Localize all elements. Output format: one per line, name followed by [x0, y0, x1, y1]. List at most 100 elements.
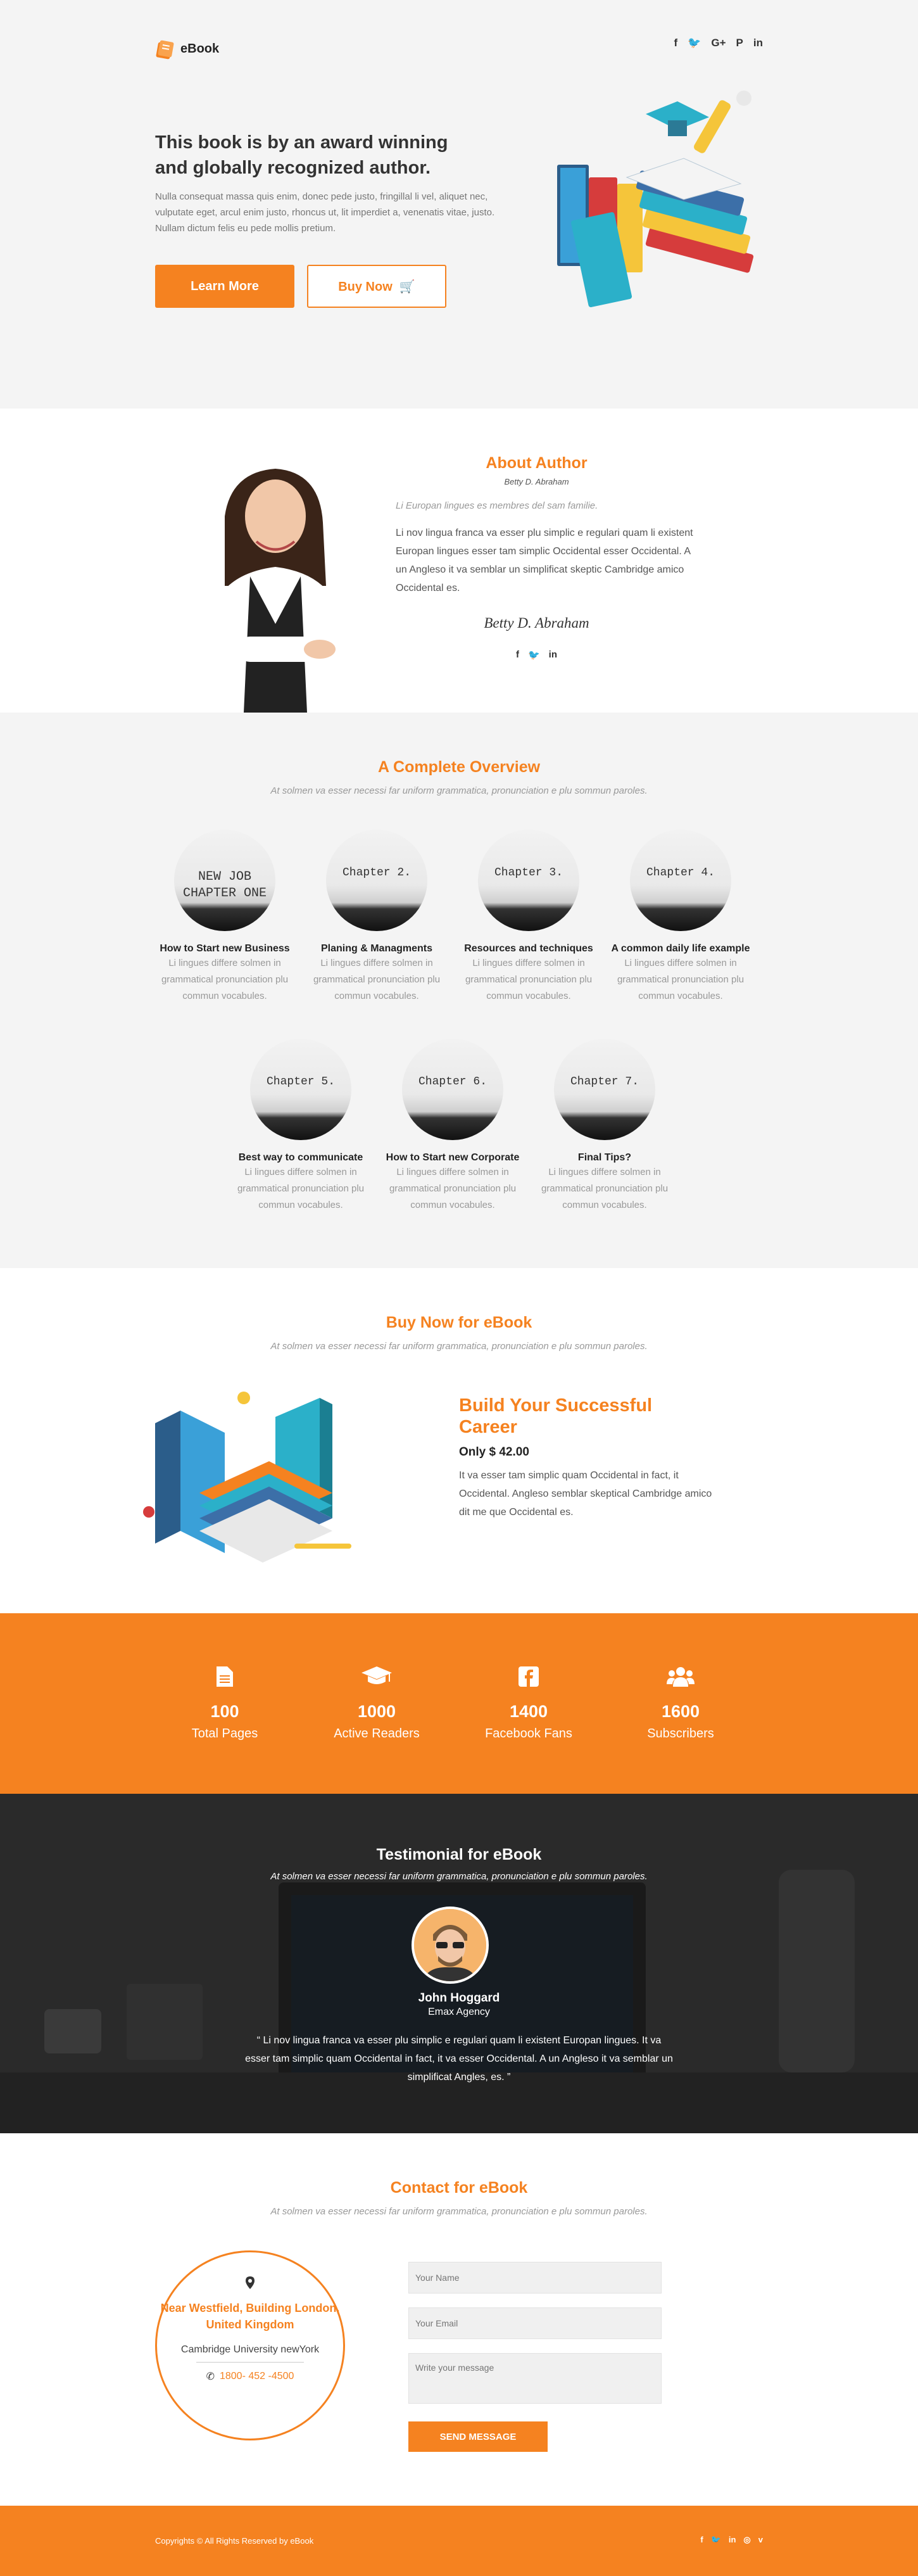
- chapter-image: Chapter 2.: [326, 830, 427, 931]
- learn-more-button[interactable]: Learn More: [155, 265, 294, 308]
- cart-icon: 🛒: [396, 279, 415, 294]
- testimonial-text: “ Li nov lingua franca va esser plu simp…: [245, 2035, 673, 2083]
- chapter-image: Chapter 5.: [250, 1039, 351, 1140]
- about-section: About Author Betty D. Abraham Li Europan…: [0, 409, 918, 713]
- graduation-cap-icon: [362, 1666, 392, 1684]
- twitter-icon[interactable]: 🐦: [528, 649, 540, 661]
- testimonial-subtitle: At solmen va esser necessi far uniform g…: [270, 1871, 648, 1882]
- stat-item: 1400 Facebook Fans: [456, 1664, 601, 1741]
- stats-section: 100 Total Pages 1000 Active Readers 1400…: [0, 1613, 918, 1794]
- price: Only $ 42.00: [459, 1445, 529, 1459]
- testimonial-title: Testimonial for eBook: [376, 1846, 542, 1863]
- author-photo: [212, 469, 342, 713]
- chapter-image-text: NEW JOB CHAPTER ONE: [182, 870, 267, 901]
- hero-title: This book is by an award winning and glo…: [155, 132, 448, 178]
- university-text: Cambridge University newYork: [180, 2344, 320, 2355]
- chapter-card[interactable]: Chapter 3. Resources and techniques Li l…: [459, 830, 598, 1005]
- testimonial-name: John Hoggard: [418, 1991, 500, 2005]
- chapter-card[interactable]: Chapter 7. Final Tips? Li lingues differ…: [535, 1039, 674, 1214]
- users-icon: [667, 1667, 695, 1687]
- pinterest-icon[interactable]: P: [736, 37, 743, 49]
- chapter-title: How to Start new Business: [160, 943, 290, 954]
- send-message-button[interactable]: SEND MESSAGE: [408, 2421, 548, 2452]
- hero-section: eBook f 🐦 G+ P in This book is by an awa…: [0, 0, 918, 409]
- chapter-image: Chapter 3.: [478, 830, 579, 931]
- buy-subtitle: At solmen va esser necessi far uniform g…: [270, 1341, 648, 1352]
- testimonial-section: Testimonial for eBook At solmen va esser…: [0, 1794, 918, 2133]
- vimeo-icon[interactable]: v: [758, 2535, 763, 2545]
- phone-icon: ✆: [206, 2371, 215, 2382]
- about-title: About Author: [486, 454, 588, 472]
- logo[interactable]: eBook: [155, 38, 219, 60]
- avatar: [412, 1907, 489, 1984]
- phone[interactable]: ✆ 1800- 452 -4500: [157, 2370, 343, 2383]
- stat-number: 1000: [357, 1702, 396, 1721]
- chapter-card[interactable]: Chapter 5. Best way to communicate Li li…: [231, 1039, 370, 1214]
- testimonial-role: Emax Agency: [428, 2007, 490, 2017]
- stat-label: Facebook Fans: [485, 1727, 572, 1741]
- facebook-icon[interactable]: f: [674, 37, 678, 49]
- message-field[interactable]: [408, 2353, 662, 2404]
- chapter-image-text: Chapter 4.: [646, 866, 715, 879]
- stat-item: 100 Total Pages: [152, 1664, 298, 1741]
- divider: [196, 2362, 304, 2363]
- buy-now-label: Buy Now: [338, 279, 393, 294]
- chapter-title: Final Tips?: [577, 1152, 632, 1163]
- about-social: f 🐦 in: [389, 649, 684, 661]
- chapter-text: Li lingues differe solmen in grammatical…: [389, 1167, 517, 1210]
- buy-text: It va esser tam simplic quam Occidental …: [459, 1470, 712, 1518]
- chapter-image: NEW JOB CHAPTER ONE: [174, 830, 275, 931]
- stat-item: 1600 Subscribers: [608, 1664, 753, 1741]
- book-logo-icon: [156, 40, 174, 60]
- google-plus-icon[interactable]: G+: [711, 37, 726, 49]
- chapter-image-text: Chapter 6.: [418, 1075, 487, 1088]
- facebook-icon[interactable]: f: [516, 649, 519, 661]
- name-field[interactable]: [408, 2262, 662, 2294]
- chapter-title: Resources and techniques: [464, 943, 593, 954]
- buy-heading: Build Your Successful Career: [459, 1395, 653, 1437]
- chapter-title: A common daily life example: [611, 943, 750, 954]
- chapter-image-text: Chapter 5.: [266, 1075, 336, 1088]
- chapter-image: Chapter 4.: [630, 830, 731, 931]
- overview-section: A Complete Overview At solmen va esser n…: [0, 713, 918, 1268]
- contact-section: Contact for eBook At solmen va esser nec…: [0, 2133, 918, 2506]
- chapter-title: Best way to communicate: [238, 1152, 363, 1163]
- chapter-title: How to Start new Corporate: [386, 1152, 520, 1163]
- linkedin-icon[interactable]: in: [753, 37, 763, 49]
- author-name: Betty D. Abraham: [504, 477, 569, 486]
- stat-number: 1400: [509, 1702, 548, 1721]
- chapter-text: Li lingues differe solmen in grammatical…: [541, 1167, 669, 1210]
- chapter-card[interactable]: Chapter 6. How to Start new Corporate Li…: [383, 1039, 522, 1214]
- instagram-icon[interactable]: ◎: [743, 2535, 750, 2545]
- chapter-title: Planing & Managments: [320, 943, 433, 954]
- facebook-icon[interactable]: f: [700, 2535, 703, 2545]
- stat-item: 1000 Active Readers: [304, 1664, 450, 1741]
- chapter-image: Chapter 7.: [554, 1039, 655, 1140]
- contact-subtitle: At solmen va esser necessi far uniform g…: [270, 2206, 648, 2217]
- chapter-text: Li lingues differe solmen in grammatical…: [237, 1167, 365, 1210]
- overview-title: A Complete Overview: [377, 758, 541, 776]
- footer: Copyrights © All Rights Reserved by eBoo…: [0, 2506, 918, 2576]
- chapter-text: Li lingues differe solmen in grammatical…: [617, 958, 745, 1001]
- chapter-image-text: Chapter 3.: [494, 866, 563, 879]
- hero-text: Nulla consequat massa quis enim, donec p…: [155, 191, 495, 234]
- books-illustration: [557, 91, 754, 308]
- linkedin-icon[interactable]: in: [729, 2535, 736, 2545]
- twitter-icon[interactable]: 🐦: [688, 37, 701, 49]
- copyright: Copyrights © All Rights Reserved by eBoo…: [155, 2536, 314, 2546]
- chapter-card[interactable]: Chapter 4. A common daily life example L…: [611, 830, 750, 1005]
- overview-subtitle: At solmen va esser necessi far uniform g…: [270, 785, 648, 796]
- facebook-icon: [519, 1666, 539, 1687]
- twitter-icon[interactable]: 🐦: [711, 2535, 721, 2545]
- document-icon: [217, 1666, 233, 1687]
- chapter-card[interactable]: NEW JOB CHAPTER ONE How to Start new Bus…: [155, 830, 294, 1005]
- address-card: Near Westfield, Building London, United …: [155, 2250, 345, 2440]
- buy-now-button[interactable]: Buy Now 🛒: [307, 265, 446, 308]
- contact-title: Contact for eBook: [390, 2179, 528, 2197]
- linkedin-icon[interactable]: in: [549, 649, 557, 661]
- chapter-card[interactable]: Chapter 2. Planing & Managments Li lingu…: [307, 830, 446, 1005]
- chapter-image: Chapter 6.: [402, 1039, 503, 1140]
- about-quote: Li Europan lingues es membres del sam fa…: [396, 500, 598, 511]
- map-pin-icon: [246, 2276, 255, 2289]
- email-field[interactable]: [408, 2307, 662, 2339]
